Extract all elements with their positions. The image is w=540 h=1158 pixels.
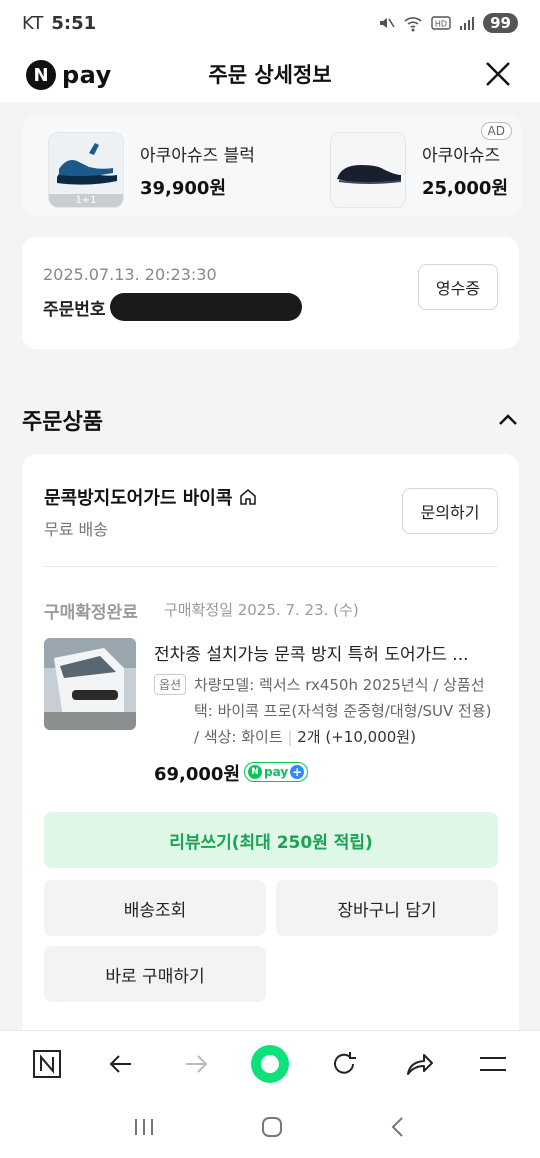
- order-number-label: 주문번호: [43, 300, 106, 320]
- green-dot-button[interactable]: [246, 1040, 294, 1088]
- close-icon[interactable]: [482, 58, 514, 90]
- share-button[interactable]: [395, 1040, 443, 1088]
- clock: 5:51: [51, 12, 97, 34]
- chevron-up-icon[interactable]: [496, 408, 520, 432]
- ad-item-name: 아쿠아슈즈 블럭: [140, 145, 255, 166]
- refresh-icon: [334, 1051, 357, 1074]
- product-title[interactable]: 전차종 설치가능 문콕 방지 특허 도어가드 ...: [154, 640, 504, 665]
- forward-button[interactable]: [172, 1040, 220, 1088]
- page-title: 주문 상세정보: [208, 63, 332, 87]
- plus-icon: +: [290, 765, 305, 779]
- npay-plus-badge: N pay +: [244, 762, 309, 782]
- share-icon: [406, 1053, 433, 1075]
- ad-item[interactable]: 1+1 아쿠아슈즈 블럭 39,900원: [48, 132, 255, 208]
- ad-thumb-tag: 1+1: [49, 194, 123, 207]
- arrow-left-icon: [110, 1054, 132, 1073]
- option-details: 차량모델: 렉서스 rx450h 2025년식 / 상품선택: 바이콕 프로(자…: [194, 672, 500, 750]
- redacted-order-number: [110, 293, 302, 321]
- inquiry-button[interactable]: 문의하기: [402, 488, 498, 534]
- section-title: 주문상품: [22, 410, 103, 435]
- recent-apps-icon[interactable]: [131, 1116, 157, 1138]
- order-info-card: 2025.07.13. 20:23:30 주문번호 영수증: [22, 237, 519, 349]
- separator: |: [287, 728, 298, 746]
- option-quantity: 2개 (+10,000원): [297, 728, 416, 746]
- shipping-info: 무료 배송: [44, 520, 108, 539]
- status-icons: HD 99: [377, 13, 518, 33]
- green-dot-icon: [250, 1044, 289, 1083]
- npay-n-icon: N: [248, 765, 262, 779]
- signal-icon: [460, 17, 475, 30]
- add-to-cart-button[interactable]: 장바구니 담기: [276, 880, 498, 936]
- buy-now-button[interactable]: 바로 구매하기: [44, 946, 266, 1002]
- order-status: 구매확정완료: [44, 603, 138, 623]
- menu-button[interactable]: [469, 1040, 517, 1088]
- car-door-image: [44, 638, 136, 730]
- divider: [44, 566, 498, 567]
- confirm-date: 구매확정일 2025. 7. 23. (수): [164, 601, 359, 619]
- carrier-label: KT: [22, 12, 44, 34]
- browser-toolbar: [0, 1030, 540, 1096]
- ad-item-name: 아쿠아슈즈: [422, 145, 501, 166]
- write-review-button[interactable]: 리뷰쓰기(최대 250원 적립): [44, 812, 498, 868]
- npay-logo-mark: N: [26, 60, 56, 90]
- mute-icon: [380, 18, 395, 28]
- ad-carousel[interactable]: AD 1+1 아쿠아슈즈 블럭 39,900원 아쿠아슈즈 25,000원: [22, 116, 522, 216]
- npay-logo[interactable]: N pay: [26, 60, 112, 90]
- ad-item[interactable]: 아쿠아슈즈 25,000원: [330, 132, 508, 208]
- ad-thumbnail: [330, 132, 406, 208]
- product-price: 69,000원: [154, 764, 241, 785]
- app-header: N pay 주문 상세정보: [0, 46, 540, 102]
- naver-home-button[interactable]: [23, 1040, 71, 1088]
- ad-item-price: 39,900원: [140, 177, 227, 199]
- track-delivery-button[interactable]: 배송조회: [44, 880, 266, 936]
- status-bar: KT 5:51 HD 99: [0, 0, 540, 46]
- home-icon: [240, 488, 257, 505]
- hd-icon: HD: [431, 16, 451, 30]
- svg-text:HD: HD: [435, 20, 447, 29]
- battery-badge: 99: [483, 13, 518, 33]
- hamburger-menu-icon: [479, 1056, 506, 1071]
- product-image[interactable]: [44, 638, 136, 730]
- shoe-image: [331, 133, 405, 207]
- order-datetime: 2025.07.13. 20:23:30: [43, 265, 217, 284]
- store-name[interactable]: 문콕방지도어가드 바이콕: [44, 484, 258, 510]
- naver-n-icon: [33, 1049, 62, 1078]
- store-name-label: 문콕방지도어가드 바이콕: [44, 488, 233, 509]
- refresh-button[interactable]: [320, 1040, 368, 1088]
- ad-item-price: 25,000원: [422, 177, 509, 199]
- option-badge: 옵션: [154, 674, 187, 695]
- npay-logo-text: pay: [62, 61, 112, 89]
- content-area[interactable]: AD 1+1 아쿠아슈즈 블럭 39,900원 아쿠아슈즈 25,000원 20…: [0, 102, 540, 1030]
- wifi-icon: [404, 17, 422, 32]
- system-nav-bar: [0, 1096, 540, 1158]
- ad-thumbnail: 1+1: [48, 132, 124, 208]
- home-nav-icon[interactable]: [260, 1115, 284, 1139]
- npay-badge-text: pay: [264, 765, 289, 779]
- back-nav-icon[interactable]: [387, 1115, 409, 1139]
- order-product-card: 문콕방지도어가드 바이콕 무료 배송 문의하기 구매확정완료 구매확정일 202…: [22, 454, 519, 1030]
- arrow-right-icon: [185, 1054, 208, 1073]
- back-button[interactable]: [97, 1040, 145, 1088]
- receipt-button[interactable]: 영수증: [418, 264, 498, 310]
